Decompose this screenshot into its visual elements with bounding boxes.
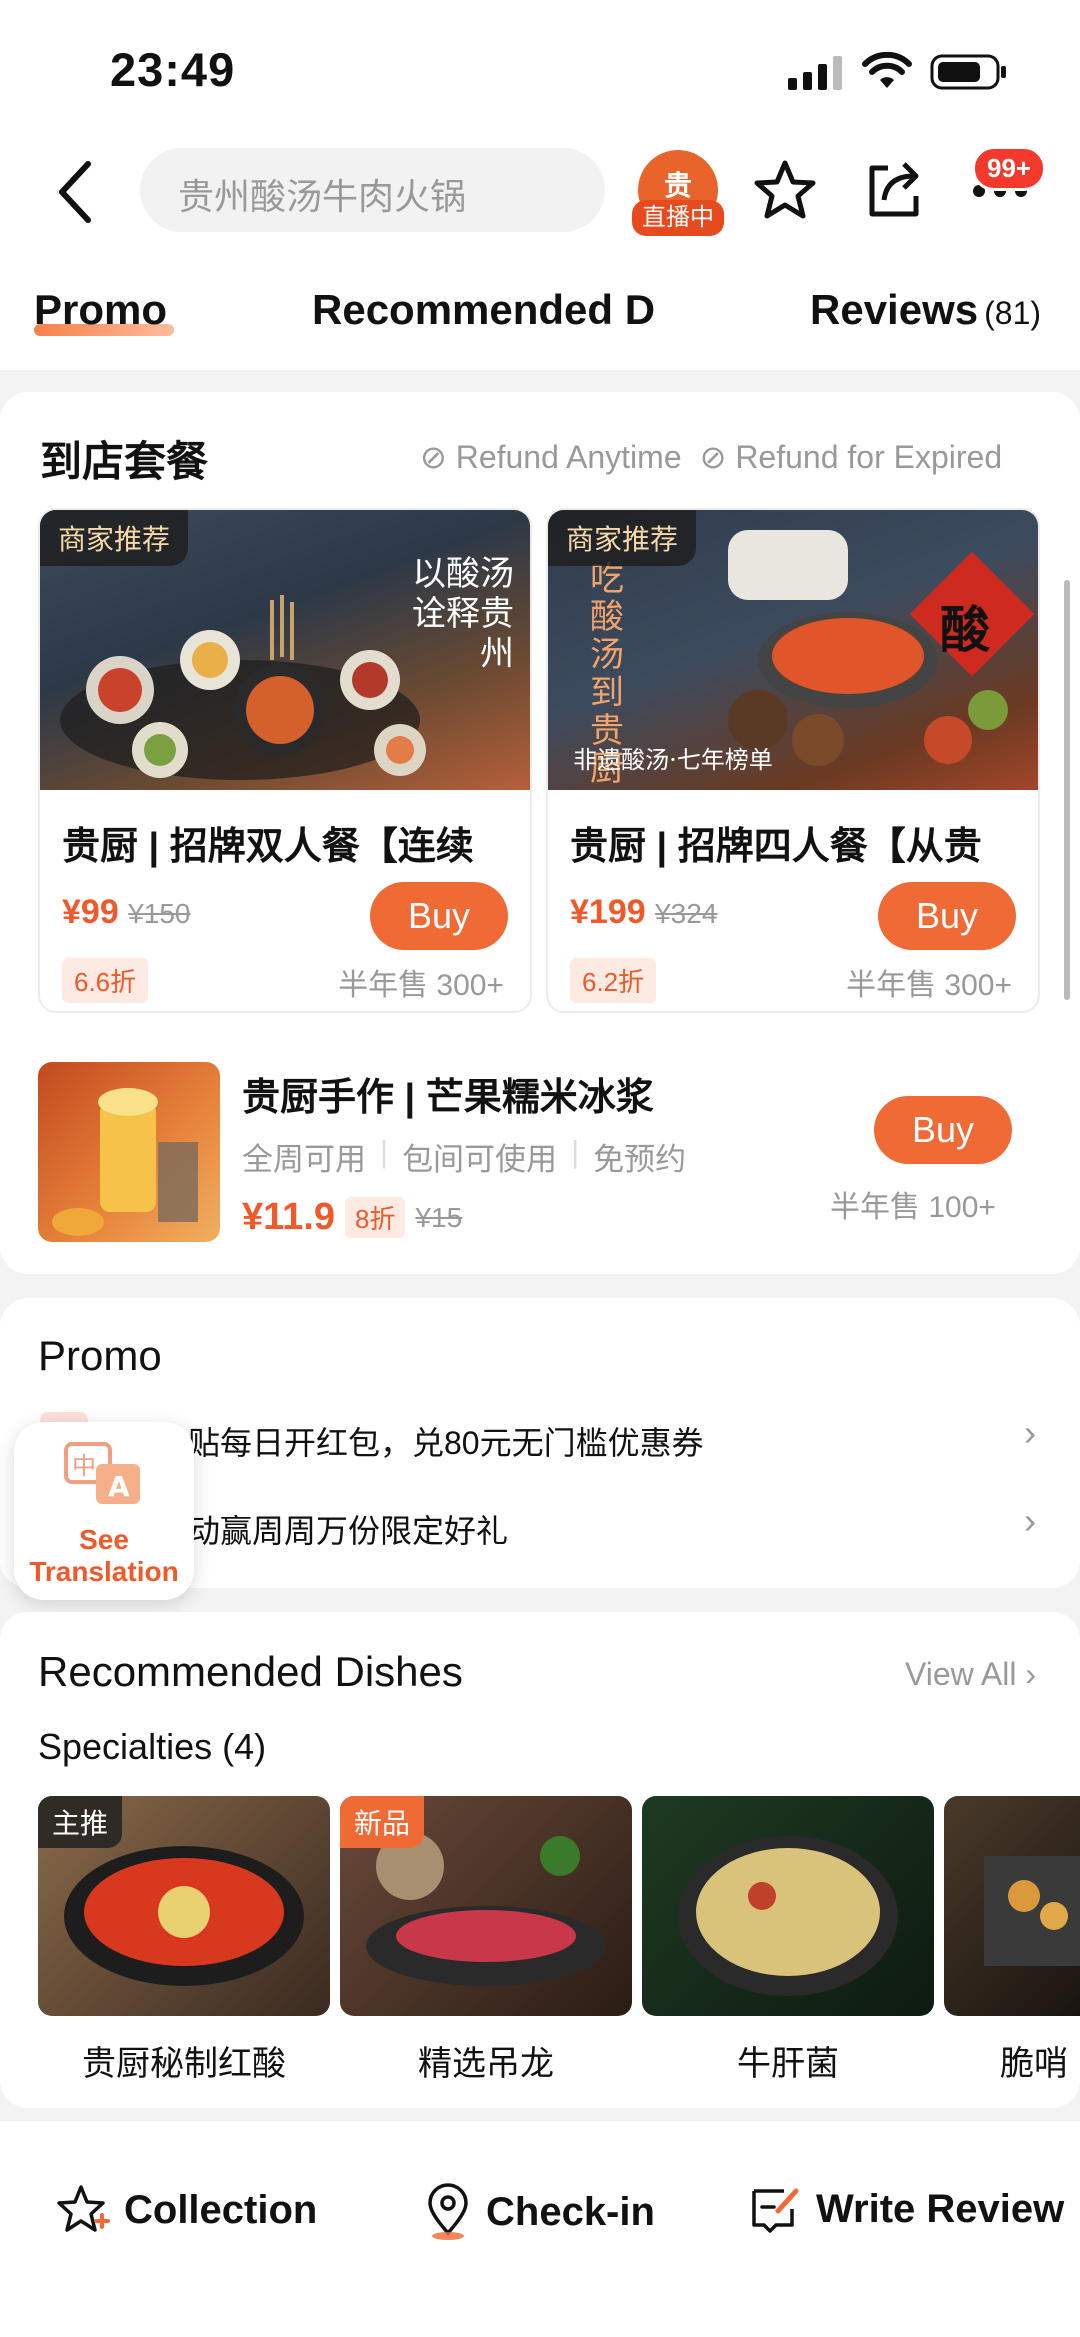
buy-button[interactable]: Buy xyxy=(874,1096,1012,1164)
item-features: 全周可用 | 包间可使用 | 免预约 xyxy=(242,1134,686,1179)
promo-item[interactable]: 补贴每日开红包，兑80元无门槛优惠券 xyxy=(156,1418,704,1464)
dishes-subtitle: Specialties (4) xyxy=(38,1726,267,1767)
dish-chip: 主推 xyxy=(38,1796,123,1848)
refund-anytime-tag: ⊘ Refund Anytime xyxy=(420,439,682,475)
feature-label: 包间可使用 xyxy=(402,1142,558,1177)
deal-price: ¥199 xyxy=(570,893,646,931)
deal-name: 贵厨 | 招牌四人餐【从贵 xyxy=(570,826,982,868)
back-icon[interactable] xyxy=(56,160,96,224)
tab-recommended[interactable]: Recommended D xyxy=(312,286,672,334)
translation-label-line2: Translation xyxy=(29,1556,179,1587)
tab-reviews-label: Reviews xyxy=(810,286,979,333)
buy-button[interactable]: Buy xyxy=(878,882,1016,950)
deal-image-caption: 以酸汤诠释贵州 xyxy=(412,554,514,674)
deal-price: ¥99 xyxy=(62,893,119,931)
discount-badge: 6.2折 xyxy=(570,958,657,1003)
translate-icon: 中 A xyxy=(64,1442,140,1504)
live-stream-badge[interactable]: 贵 直播中 xyxy=(632,150,724,242)
sold-count: 半年售 300+ xyxy=(846,969,1012,1002)
feature-divider: | xyxy=(380,1134,389,1169)
signal-icon xyxy=(788,56,842,90)
share-icon[interactable] xyxy=(864,158,924,222)
chevron-right-icon: › xyxy=(1024,1500,1036,1541)
scrollbar[interactable] xyxy=(1064,580,1070,1000)
item-discount: 8折 xyxy=(345,1197,406,1238)
feature-label: 免预约 xyxy=(593,1142,687,1177)
header: 23:49 贵州酸汤牛肉火锅 贵 直播中 99+ Promo Recommend… xyxy=(0,0,1080,370)
dish-chip: 新品 xyxy=(340,1796,425,1848)
item-price-row: ¥11.9 8折 ¥15 xyxy=(242,1196,462,1239)
checkin-button[interactable]: Check-in xyxy=(424,2183,655,2241)
dish-name: 脆哨 xyxy=(1000,2045,1068,2083)
discount-badge: 6.6折 xyxy=(62,958,149,1003)
collection-label: Collection xyxy=(124,2187,318,2232)
tab-reviews[interactable]: Reviews (81) xyxy=(810,286,1041,334)
svg-text:A: A xyxy=(108,1470,130,1503)
dessert-thumbnail[interactable] xyxy=(38,1062,220,1242)
search-input[interactable]: 贵州酸汤牛肉火锅 xyxy=(140,148,605,232)
refund-anytime-label: Refund Anytime xyxy=(455,439,682,475)
feature-divider: | xyxy=(571,1134,580,1169)
star-add-icon xyxy=(57,2185,110,2232)
deal-original-price: ¥324 xyxy=(655,898,718,929)
view-all-link[interactable]: View All › xyxy=(905,1656,1036,1693)
item-original-price: ¥15 xyxy=(415,1201,463,1233)
write-review-label: Write Review xyxy=(816,2186,1065,2231)
star-icon[interactable] xyxy=(752,158,818,224)
wifi-icon xyxy=(862,52,912,88)
see-translation-button[interactable]: 中 A See Translation xyxy=(14,1422,194,1600)
bottom-action-bar: Collection Check-in Write Review xyxy=(0,2120,1080,2337)
dish-image xyxy=(984,1856,1080,1966)
chevron-right-icon: › xyxy=(1024,1412,1036,1453)
refund-expired-tag: ⊘ Refund for Expired xyxy=(699,439,1003,475)
dish-card[interactable]: 主推 xyxy=(38,1796,330,2016)
view-all-label: View All xyxy=(904,1656,1017,1692)
feature-label: 全周可用 xyxy=(242,1142,366,1177)
battery-icon xyxy=(930,54,1006,90)
merchant-recommend-chip: 商家推荐 xyxy=(40,510,189,566)
location-pin-icon xyxy=(428,2183,468,2240)
item-price: ¥11.9 xyxy=(242,1196,335,1238)
status-time: 23:49 xyxy=(110,43,236,96)
deal-original-price: ¥150 xyxy=(128,898,191,929)
dishes-title: Recommended Dishes xyxy=(38,1648,463,1695)
deal-price-row: ¥199 ¥324 xyxy=(570,893,717,932)
edit-review-icon xyxy=(752,2188,799,2233)
buy-button[interactable]: Buy xyxy=(370,882,508,950)
dish-name: 精选吊龙 xyxy=(418,2045,554,2083)
live-label: 直播中 xyxy=(632,200,724,236)
refund-expired-label: Refund for Expired xyxy=(735,439,1003,475)
section-title: 到店套餐 xyxy=(40,438,209,485)
dish-name: 贵厨秘制红酸 xyxy=(82,2045,286,2083)
checkin-label: Check-in xyxy=(486,2189,655,2234)
merchant-recommend-chip: 商家推荐 xyxy=(548,510,697,566)
collection-button[interactable]: Collection xyxy=(56,2183,317,2237)
translation-label-line1: See xyxy=(79,1524,129,1555)
dish-card[interactable] xyxy=(944,1796,1080,2016)
item-name: 贵厨手作 | 芒果糯米冰浆 xyxy=(242,1077,654,1119)
deal-card[interactable]: 以酸汤诠释贵州 商家推荐 贵厨 | 招牌双人餐【连续 ¥99 ¥150 Buy … xyxy=(38,508,532,1013)
refund-tags: ⊘ Refund Anytime ⊘ Refund for Expired xyxy=(420,438,1002,476)
sold-count: 半年售 100+ xyxy=(830,1191,996,1224)
tab-reviews-count: (81) xyxy=(984,295,1042,331)
dish-card[interactable]: 新品 xyxy=(340,1796,632,2016)
deal-image-subcaption: 非遗酸汤·七年榜单 xyxy=(573,746,773,774)
tab-promo[interactable]: Promo xyxy=(34,286,167,334)
mango-drink-illustration xyxy=(52,1088,198,1236)
promo-title: Promo xyxy=(38,1332,162,1379)
write-review-button[interactable]: Write Review xyxy=(750,2183,1064,2235)
promo-item[interactable]: 活动赢周周万份限定好礼 xyxy=(156,1506,508,1552)
notification-badge: 99+ xyxy=(972,146,1047,191)
sold-count: 半年售 300+ xyxy=(338,969,504,1002)
deal-card[interactable]: 吃酸汤到贵厨 非遗酸汤·七年榜单 酸 商家推荐 贵厨 | 招牌四人餐【从贵 ¥1… xyxy=(546,508,1040,1013)
dish-image xyxy=(678,1836,898,1996)
dish-card[interactable] xyxy=(642,1796,934,2016)
svg-text:中: 中 xyxy=(72,1452,96,1480)
deal-name: 贵厨 | 招牌双人餐【连续 xyxy=(62,826,474,868)
deal-price-row: ¥99 ¥150 xyxy=(62,893,190,932)
dish-name: 牛肝菌 xyxy=(737,2045,839,2083)
deal-image-character: 酸 xyxy=(940,600,990,659)
